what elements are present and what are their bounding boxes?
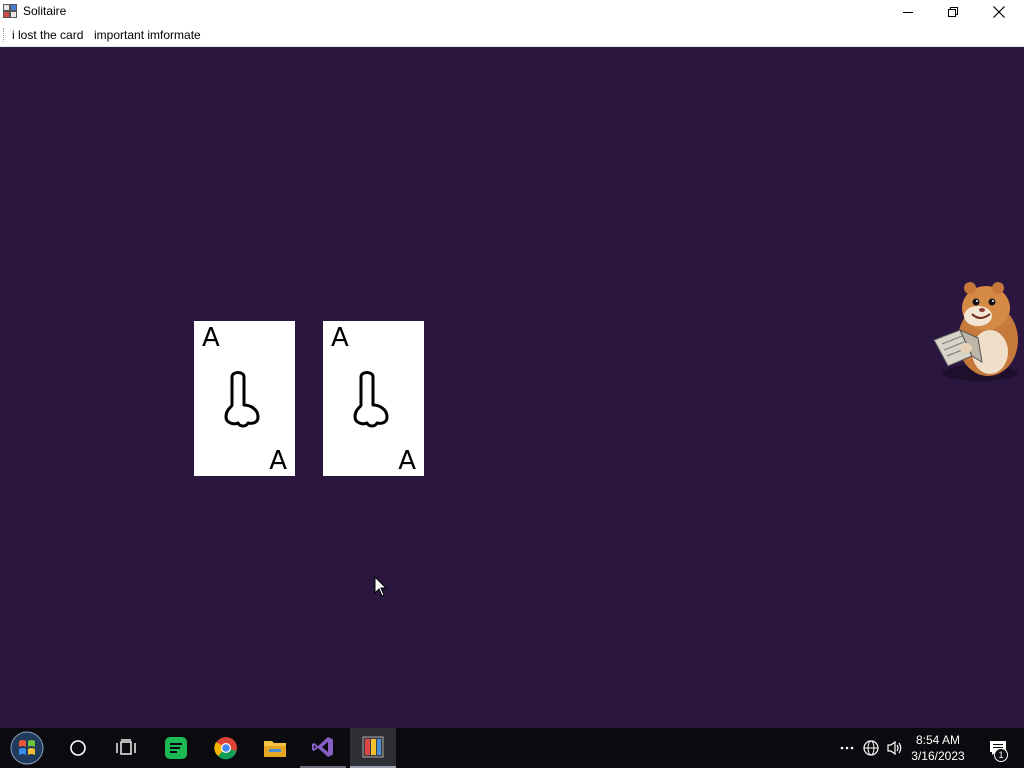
hand-drawn-suit-icon [353, 371, 389, 428]
file-explorer-icon [264, 741, 286, 757]
minimize-icon [903, 11, 913, 13]
volume-button[interactable] [884, 728, 906, 768]
chrome-icon [214, 737, 237, 760]
card-rank-top: A [202, 323, 220, 353]
more-icon [840, 746, 854, 750]
taskbar: 8:54 AM 3/16/2023 1 [0, 728, 1024, 768]
menu-item-important-info[interactable]: important imformate [94, 28, 201, 42]
title-bar[interactable]: Solitaire [0, 0, 1024, 23]
menu-bar: i lost the card important imformate [0, 23, 1024, 47]
playing-card[interactable]: A A [323, 321, 424, 476]
card-rank-bottom: A [269, 446, 287, 476]
visual-studio-taskbar-button[interactable] [300, 728, 346, 768]
close-icon [993, 5, 1005, 18]
minimize-button[interactable] [885, 0, 931, 23]
solitaire-app-icon [3, 4, 17, 18]
solitaire-taskbar-button[interactable] [350, 728, 396, 768]
speaker-icon [887, 740, 902, 756]
restore-icon [948, 6, 958, 17]
hand-drawn-suit-icon [224, 371, 260, 428]
search-button[interactable] [55, 728, 101, 768]
visual-studio-icon [312, 737, 333, 757]
file-explorer-taskbar-button[interactable] [252, 728, 298, 768]
search-circle-icon [70, 740, 86, 756]
card-rank-bottom: A [398, 446, 416, 476]
notification-count-badge: 1 [994, 748, 1008, 762]
tray-overflow-button[interactable] [836, 728, 858, 768]
game-board[interactable]: A A A A [0, 48, 1024, 728]
globe-network-icon [863, 740, 879, 756]
menu-item-lost-card[interactable]: i lost the card [12, 28, 83, 42]
clock-time: 8:54 AM [915, 733, 961, 747]
network-button[interactable] [860, 728, 882, 768]
solitaire-taskbar-icon [362, 736, 384, 758]
spotify-taskbar-button[interactable] [153, 728, 199, 768]
spotify-icon [165, 737, 187, 759]
card-rank-top: A [331, 323, 349, 353]
task-view-button[interactable] [103, 728, 149, 768]
menu-grip [3, 28, 5, 42]
start-button[interactable] [4, 728, 50, 768]
playing-card[interactable]: A A [194, 321, 295, 476]
clock-date: 3/16/2023 [911, 749, 965, 763]
taskbar-clock[interactable]: 8:54 AM 3/16/2023 [905, 732, 971, 764]
chrome-taskbar-button[interactable] [203, 728, 249, 768]
close-button[interactable] [976, 0, 1022, 23]
mouse-cursor-icon [374, 576, 388, 597]
restore-button[interactable] [930, 0, 976, 23]
start-icon [10, 731, 44, 765]
hamster-reading-sprite [933, 282, 1018, 381]
window-title: Solitaire [23, 4, 67, 18]
task-view-icon [116, 739, 136, 755]
